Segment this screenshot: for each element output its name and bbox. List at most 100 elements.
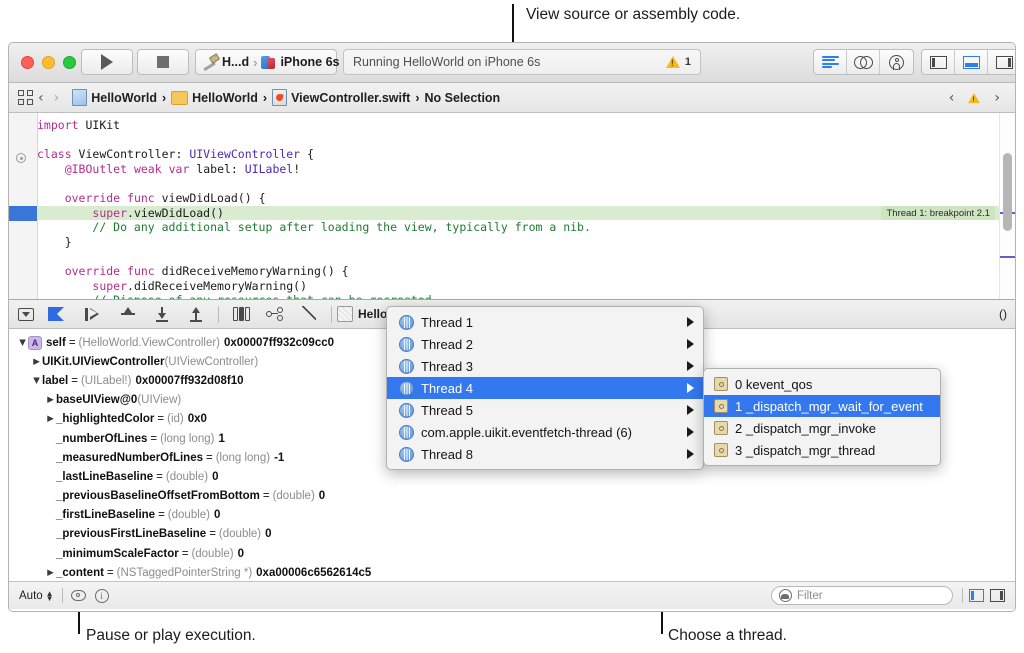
variable-equals: = [206, 451, 213, 464]
code-token: UIKit [78, 118, 121, 132]
stop-button[interactable] [137, 49, 189, 75]
breadcrumb-item-selection[interactable]: No Selection [424, 91, 500, 105]
breadcrumb-label-group: HelloWorld [192, 90, 258, 105]
simulate-location-button[interactable] [292, 299, 326, 329]
thread-menu-item[interactable]: Thread 8 [387, 443, 703, 465]
code-line: @IBOutlet weak var label: UILabel! [37, 162, 999, 177]
scope-popup[interactable]: Auto ▲ ▼ [19, 589, 54, 602]
go-back-button[interactable]: ‹ [38, 90, 44, 106]
step-into-button[interactable] [145, 299, 179, 329]
stack-frame-icon [714, 399, 728, 413]
code-token: UIViewController [189, 147, 301, 162]
stack-frame-menu-item[interactable]: 3 _dispatch_mgr_thread [704, 439, 940, 461]
breadcrumb-item-file[interactable]: ViewController.swift [272, 89, 410, 106]
variable-type: (NSTaggedPointerString *) [116, 566, 253, 579]
variable-row[interactable]: _minimumScaleFactor = (double) 0 [9, 544, 1015, 563]
variable-row[interactable]: _previousFirstLineBaseline = (double) 0 [9, 525, 1015, 544]
variable-row[interactable]: ▶ _content = (NSTaggedPointerString *) 0xa0… [9, 563, 1015, 581]
filter-field[interactable]: Filter [771, 586, 953, 605]
disclosure-open-icon[interactable]: ▼ [17, 338, 28, 348]
standard-editor-button[interactable] [814, 50, 847, 74]
toggle-navigator-button[interactable] [922, 50, 955, 74]
scope-label: Auto [19, 589, 43, 602]
close-window-button[interactable] [21, 56, 34, 69]
debug-bar-divider-2 [331, 305, 332, 323]
assistant-editor-button[interactable] [847, 50, 880, 74]
stack-frame-menu-item[interactable]: 0 kevent_qos [704, 373, 940, 395]
minimize-window-button[interactable] [42, 56, 55, 69]
variable-name: label [42, 374, 69, 387]
issue-warning-icon[interactable] [968, 92, 981, 103]
step-out-button[interactable] [179, 299, 213, 329]
disclosure-open-icon[interactable]: ▼ [31, 376, 42, 386]
stack-frame-menu-item-label: 2 _dispatch_mgr_invoke [735, 420, 876, 436]
thread-menu-item-label: Thread 4 [421, 380, 474, 396]
disclosure-closed-icon[interactable]: ▶ [45, 568, 56, 578]
variable-row[interactable]: _lastLineBaseline = (double) 0 [9, 467, 1015, 486]
stack-frame-menu-item-label: 3 _dispatch_mgr_thread [735, 442, 876, 458]
toggle-debug-area-button[interactable] [955, 50, 988, 74]
code-token: func [127, 190, 155, 205]
thread-menu-item[interactable]: Thread 3 [387, 355, 703, 377]
thread-menu-item[interactable]: Thread 1 [387, 311, 703, 333]
go-forward-button[interactable]: › [54, 90, 60, 106]
thread-menu-item[interactable]: com.apple.uikit.eventfetch-thread (6) [387, 421, 703, 443]
thread-menu-item[interactable]: Thread 2 [387, 333, 703, 355]
variable-row[interactable]: _previousBaselineOffsetFromBottom = (doub… [9, 487, 1015, 506]
debug-view-hierarchy-button[interactable] [224, 299, 258, 329]
source-editor[interactable]: import UIKit class ViewController: UIVie… [9, 113, 1015, 299]
toggle-console-view-button[interactable] [990, 589, 1005, 602]
hide-debug-area-button[interactable] [9, 299, 43, 329]
code-line: override func didReceiveMemoryWarning() … [37, 264, 999, 279]
breadcrumb-item-group[interactable]: HelloWorld [171, 90, 258, 105]
process-icon [337, 306, 353, 322]
run-button[interactable] [81, 49, 133, 75]
variable-name: _lastLineBaseline [56, 470, 154, 483]
thread-menu-item[interactable]: Thread 5 [387, 399, 703, 421]
disclosure-closed-icon[interactable]: ▶ [45, 414, 56, 424]
scheme-selector[interactable]: H...d › iPhone 6s [195, 49, 339, 75]
variable-row[interactable]: _firstLineBaseline = (double) 0 [9, 506, 1015, 525]
breakpoint-annotation[interactable]: Thread 1: breakpoint 2.1 [881, 206, 995, 220]
version-editor-button[interactable] [880, 50, 913, 74]
submenu-arrow-icon [687, 427, 694, 437]
zoom-window-button[interactable] [63, 56, 76, 69]
editor-scrollbar[interactable] [999, 113, 1015, 299]
variable-equals: = [158, 509, 165, 522]
stack-frame-menu-item[interactable]: 1 _dispatch_mgr_wait_for_event [704, 395, 940, 417]
deactivate-breakpoints-button[interactable] [43, 299, 77, 329]
activity-status-bar[interactable]: Running HelloWorld on iPhone 6s 1 [343, 49, 701, 75]
outlet-connection-icon[interactable] [16, 153, 26, 163]
code-line: super.didReceiveMemoryWarning() [37, 279, 999, 294]
quick-look-icon[interactable] [70, 590, 86, 601]
disclosure-closed-icon[interactable]: ▶ [31, 357, 42, 367]
thread-menu-item[interactable]: Thread 4 [387, 377, 703, 399]
toggle-utilities-button[interactable] [988, 50, 1015, 74]
stack-frame-menu-item[interactable]: 2 _dispatch_mgr_invoke [704, 417, 940, 439]
continue-execution-button[interactable] [77, 299, 111, 329]
breadcrumb: HelloWorld › HelloWorld › ViewController… [72, 89, 500, 106]
scrollbar-thumb[interactable] [1003, 153, 1012, 231]
scheme-separator: › [253, 54, 258, 70]
previous-issue-button[interactable]: ‹ [949, 90, 955, 106]
warning-count: 1 [684, 56, 691, 68]
toggle-variables-view-button[interactable] [969, 589, 984, 602]
variable-value: 0xa00006c6562614c5 [256, 566, 372, 579]
warning-icon[interactable] [665, 56, 680, 68]
next-issue-button[interactable]: › [994, 90, 1000, 106]
project-icon [72, 89, 88, 106]
device-icon [261, 55, 276, 70]
step-over-button[interactable] [111, 299, 145, 329]
stack-frame-menu[interactable]: 0 kevent_qos 1 _dispatch_mgr_wait_for_eve… [703, 368, 941, 466]
debug-frame-breadcrumb[interactable]: () [999, 307, 1007, 321]
print-description-icon[interactable]: i [94, 588, 109, 603]
debug-memory-graph-button[interactable] [258, 299, 292, 329]
disclosure-closed-icon[interactable]: ▶ [45, 395, 56, 405]
swift-file-icon [272, 89, 288, 106]
thread-menu[interactable]: Thread 1 Thread 2 Thread 3 Thread 4 Thread 5… [386, 306, 704, 470]
related-items-icon[interactable] [18, 90, 33, 105]
code-text[interactable]: import UIKit class ViewController: UIVie… [37, 113, 999, 299]
breadcrumb-item-project[interactable]: HelloWorld [72, 89, 157, 106]
